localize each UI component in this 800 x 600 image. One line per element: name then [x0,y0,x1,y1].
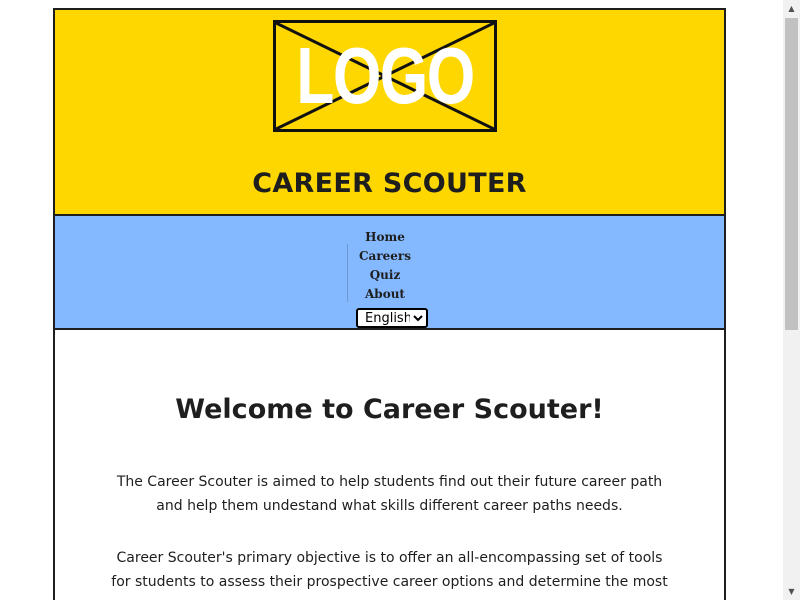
nav-item-about[interactable]: About [347,285,423,304]
nav-item-careers[interactable]: Careers [347,247,423,266]
nav-item-quiz[interactable]: Quiz [347,266,423,285]
logo-text: LOGO [296,31,475,120]
nav-item-home[interactable]: Home [347,228,423,247]
page-container: LOGO CAREER SCOUTER Home Careers Quiz Ab… [53,8,726,600]
vertical-scrollbar[interactable]: ▲ ▼ [783,0,800,600]
scroll-thumb[interactable] [785,18,798,330]
site-header: LOGO CAREER SCOUTER [55,10,724,216]
intro-paragraph: The Career Scouter is aimed to help stud… [116,474,663,514]
scroll-up-icon[interactable]: ▲ [783,0,800,17]
site-title: CAREER SCOUTER [252,168,527,199]
objective-paragraph: Career Scouter's primary objective is to… [111,550,668,590]
nav-list: Home Careers Quiz About [347,228,423,304]
language-select[interactable]: English [356,308,428,328]
main-nav: Home Careers Quiz About English [55,216,724,330]
welcome-heading: Welcome to Career Scouter! [175,394,604,425]
logo[interactable]: LOGO [273,20,497,132]
scroll-down-icon[interactable]: ▼ [783,583,800,600]
